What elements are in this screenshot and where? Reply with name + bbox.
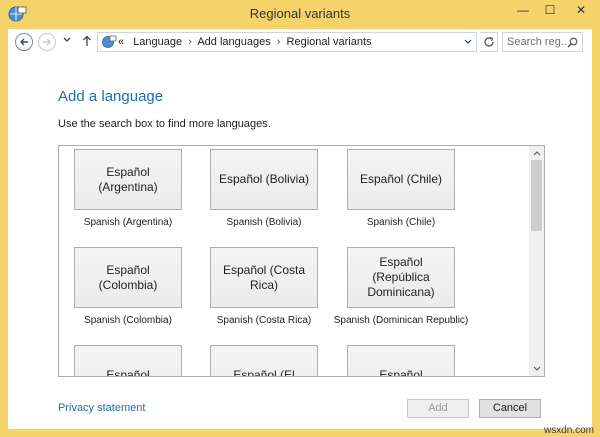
add-button[interactable]: Add [407, 399, 469, 418]
search-icon[interactable] [567, 37, 578, 48]
refresh-button[interactable] [480, 32, 498, 52]
language-tile-button[interactable]: Español (Colombia) [74, 247, 182, 308]
language-tile-button[interactable]: Español (Chile) [347, 149, 455, 210]
chevron-right-icon[interactable]: › [188, 36, 192, 48]
window: Regional variants — ☐ ✕ « Language › Add… [0, 0, 600, 437]
vertical-scrollbar[interactable] [529, 146, 544, 376]
chevron-down-icon [533, 366, 540, 371]
client-area: « Language › Add languages › Regional va… [8, 29, 592, 429]
language-caption: Spanish (Chile) [366, 217, 436, 228]
language-tile-button[interactable]: Español [74, 345, 182, 376]
language-tile-button[interactable]: Español (Costa Rica) [210, 247, 318, 308]
chevron-up-icon [533, 151, 540, 156]
chevron-down-icon[interactable] [63, 37, 71, 43]
watermark: wsxdn.com [543, 425, 594, 436]
language-tile-button[interactable]: Español (El [210, 345, 318, 376]
language-tile-button[interactable]: Español [347, 345, 455, 376]
back-button[interactable] [15, 33, 33, 51]
page-title: Add a language [58, 88, 164, 105]
language-list[interactable]: Español (Argentina) Spanish (Argentina) … [58, 145, 545, 377]
back-arrow-icon [20, 38, 28, 46]
chevron-right-icon[interactable]: › [277, 36, 281, 48]
privacy-statement-link[interactable]: Privacy statement [58, 402, 145, 414]
title-bar[interactable]: Regional variants — ☐ ✕ [0, 0, 600, 29]
cancel-button[interactable]: Cancel [479, 399, 541, 418]
maximize-button[interactable]: ☐ [537, 0, 563, 20]
breadcrumb-item-language[interactable]: Language [133, 36, 182, 48]
forward-button[interactable] [38, 33, 56, 51]
search-box[interactable] [502, 32, 583, 52]
language-caption: Spanish (Dominican Republic) [333, 315, 469, 326]
search-input[interactable] [507, 35, 567, 49]
language-tile-button[interactable]: Español (Bolivia) [210, 149, 318, 210]
scroll-down-button[interactable] [529, 362, 544, 376]
minimize-button[interactable]: — [510, 0, 536, 20]
breadcrumb-overflow[interactable]: « [118, 36, 124, 48]
language-caption: Spanish (Argentina) [83, 217, 173, 228]
chevron-down-icon[interactable] [464, 39, 472, 45]
language-icon [102, 35, 117, 48]
language-tile-button[interactable]: Español (República Dominicana) [347, 247, 455, 308]
scroll-thumb[interactable] [531, 160, 542, 231]
close-button[interactable]: ✕ [563, 0, 599, 20]
refresh-icon [484, 36, 494, 47]
language-caption: Spanish (Costa Rica) [216, 315, 312, 326]
forward-arrow-icon [43, 38, 51, 46]
breadcrumb-item-add-languages[interactable]: Add languages [197, 36, 270, 48]
scroll-up-button[interactable] [529, 146, 544, 160]
address-bar[interactable]: « Language › Add languages › Regional va… [97, 32, 477, 52]
instruction-text: Use the search box to find more language… [58, 118, 271, 130]
up-arrow-icon[interactable] [82, 35, 92, 47]
language-tile-button[interactable]: Español (Argentina) [74, 149, 182, 210]
navigation-bar: « Language › Add languages › Regional va… [8, 29, 592, 55]
breadcrumb: « Language › Add languages › Regional va… [118, 36, 372, 48]
language-caption: Spanish (Bolivia) [226, 217, 302, 228]
language-caption: Spanish (Colombia) [84, 315, 172, 326]
breadcrumb-item-regional-variants[interactable]: Regional variants [287, 36, 372, 48]
